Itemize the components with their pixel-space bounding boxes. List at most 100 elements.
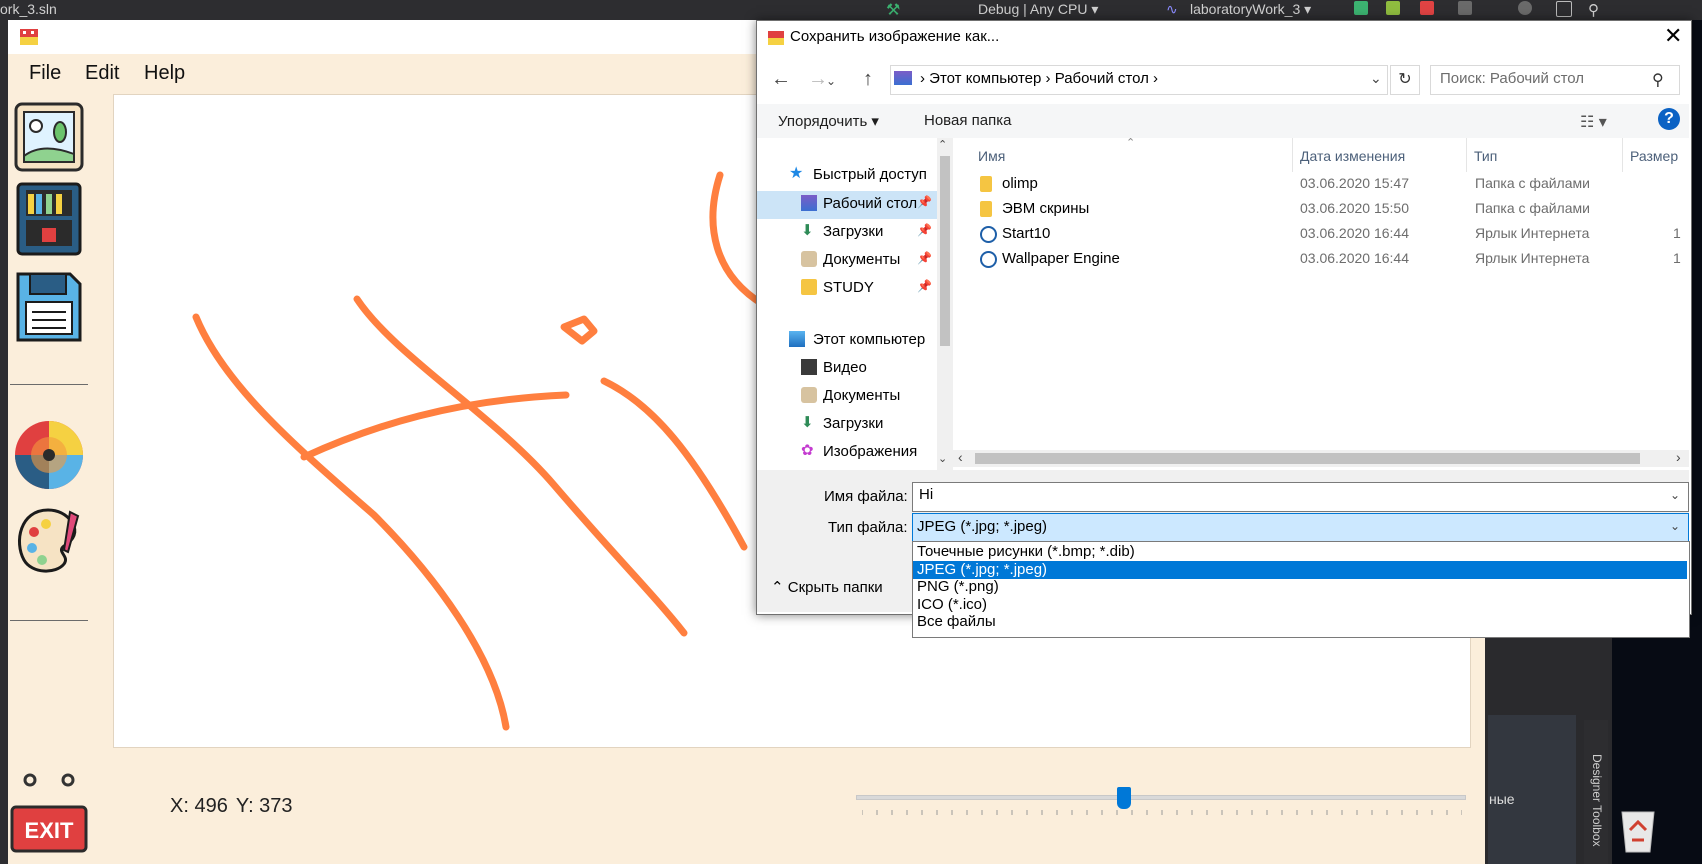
slider-thumb[interactable] xyxy=(1116,787,1131,809)
nav-item[interactable]: ⬇ Загрузки xyxy=(757,409,937,437)
file-type-option[interactable]: JPEG (*.jpg; *.jpeg) xyxy=(913,560,1687,579)
close-icon[interactable]: ✕ xyxy=(1664,25,1682,47)
stop-icon[interactable] xyxy=(1420,1,1434,15)
scroll-left-icon[interactable]: ‹ xyxy=(958,449,963,465)
search-placeholder: Поиск: Рабочий стол xyxy=(1440,70,1585,87)
hammer-icon[interactable]: ⚒ xyxy=(886,0,900,20)
file-type-option[interactable]: ICO (*.ico) xyxy=(913,596,1687,614)
column-name[interactable]: Имя xyxy=(978,148,1005,164)
timer-icon[interactable] xyxy=(1518,1,1532,15)
nav-item-label: Загрузки xyxy=(823,415,884,432)
documents-icon xyxy=(801,387,817,403)
file-size: 1 xyxy=(1673,250,1681,266)
nav-this-pc-label: Этот компьютер xyxy=(813,331,926,348)
config-dropdown[interactable]: Debug | Any CPU ▾ xyxy=(978,1,1098,18)
column-separator[interactable] xyxy=(1466,138,1467,172)
bug-icon[interactable] xyxy=(1386,1,1400,15)
nav-item[interactable]: Рабочий стол 📌 xyxy=(757,189,937,217)
nav-item-label: STUDY xyxy=(823,279,874,296)
organize-button[interactable]: Упорядочить ▾ xyxy=(778,112,879,130)
menu-help[interactable]: Help xyxy=(144,62,185,85)
bookshelf-icon[interactable] xyxy=(12,180,86,258)
file-type-option-label: ICO (*.ico) xyxy=(917,595,988,613)
file-row[interactable]: ЭВМ скрины 03.06.2020 15:50 Папка с файлам… xyxy=(978,197,1678,221)
refresh-icon[interactable] xyxy=(1354,1,1368,15)
palette-icon[interactable] xyxy=(12,502,86,580)
internet-shortcut-icon xyxy=(980,226,997,243)
address-dropdown-icon[interactable]: ⌄ xyxy=(1370,70,1382,87)
recycle-bin-icon[interactable] xyxy=(1610,800,1666,856)
nav-item[interactable]: Документы xyxy=(757,381,937,409)
nav-item[interactable]: ✿ Изображения xyxy=(757,437,937,465)
file-type: Ярлык Интернета xyxy=(1475,250,1590,266)
brush-size-slider[interactable] xyxy=(856,795,1466,800)
sort-ascending-icon: ⌃ xyxy=(1126,137,1136,149)
nav-item[interactable]: Документы 📌 xyxy=(757,245,937,273)
file-type-option[interactable]: Все файлы xyxy=(913,613,1687,631)
nav-this-pc[interactable]: Этот компьютер xyxy=(757,325,937,353)
refresh-button[interactable]: ↻ xyxy=(1390,65,1420,95)
column-size[interactable]: Размер xyxy=(1630,148,1678,164)
nav-quick-access[interactable]: ★ Быстрый доступ xyxy=(757,160,937,188)
breadcrumb-desktop[interactable]: Рабочий стол xyxy=(1055,70,1149,87)
nav-item-label: Документы xyxy=(823,251,901,268)
nav-item-label: Загрузки xyxy=(823,223,884,240)
up-arrow-icon[interactable]: ↑ xyxy=(863,68,873,91)
back-arrow-icon[interactable]: ← xyxy=(771,68,791,91)
monitor-icon xyxy=(789,331,805,347)
menu-edit[interactable]: Edit xyxy=(85,62,119,85)
help-icon[interactable]: ? xyxy=(1658,108,1680,130)
organize-label: Упорядочить xyxy=(778,113,868,130)
file-row[interactable]: Start10 03.06.2020 16:44 Ярлык Интернета 1 xyxy=(978,222,1681,246)
file-name-chevron-icon[interactable]: ⌄ xyxy=(1670,488,1680,502)
nav-item[interactable]: STUDY 📌 xyxy=(757,273,937,301)
hide-folders-button[interactable]: ⌃ Скрыть папки xyxy=(771,578,883,596)
file-name-value: Hi xyxy=(919,486,934,503)
project-icon: ∿ xyxy=(1166,1,1178,17)
file-type-option[interactable]: PNG (*.png) xyxy=(913,578,1687,596)
search-icon[interactable]: ⚲ xyxy=(1588,1,1599,19)
color-wheel-icon[interactable] xyxy=(12,416,86,494)
new-folder-button[interactable]: Новая папка xyxy=(924,112,1011,129)
forward-arrow-icon[interactable]: → xyxy=(808,68,828,91)
window-icon[interactable] xyxy=(1556,1,1572,17)
column-type[interactable]: Тип xyxy=(1474,148,1497,164)
folder-icon xyxy=(801,279,817,295)
column-separator[interactable] xyxy=(1622,138,1623,172)
scroll-right-icon[interactable]: › xyxy=(1676,449,1681,465)
column-date[interactable]: Дата изменения xyxy=(1300,148,1405,164)
floppy-disk-icon[interactable] xyxy=(12,268,86,346)
file-type-chevron-icon[interactable]: ⌄ xyxy=(1670,519,1680,533)
nav-item[interactable]: Видео xyxy=(757,353,937,381)
menu-file[interactable]: File xyxy=(29,62,61,85)
file-size: 1 xyxy=(1673,225,1681,241)
nav-scroll-up-icon[interactable]: ⌃ xyxy=(938,138,947,151)
horizontal-scroll-thumb[interactable] xyxy=(975,453,1640,464)
file-name-input[interactable] xyxy=(912,482,1689,512)
file-type-label: Тип файла: xyxy=(828,519,908,536)
view-options-icon[interactable]: ☷ ▾ xyxy=(1580,112,1607,132)
exit-label: EXIT xyxy=(25,818,74,843)
computer-icon xyxy=(894,71,912,85)
folder-icon xyxy=(980,201,992,217)
cursor-coordinates: X: 496 Y: 373 xyxy=(170,795,301,818)
file-row[interactable]: olimp 03.06.2020 15:47 Папка с файлами xyxy=(978,172,1678,196)
vs-property-panel: ные xyxy=(1488,715,1576,864)
nav-scroll-down-icon[interactable]: ⌄ xyxy=(938,452,947,465)
chevron-up-icon: ⌃ xyxy=(771,579,784,596)
column-separator[interactable] xyxy=(1292,138,1293,172)
file-row[interactable]: Wallpaper Engine 03.06.2020 16:44 Ярлык Ин… xyxy=(978,247,1681,271)
breadcrumb-this-pc[interactable]: Этот компьютер xyxy=(929,70,1041,87)
diagnostics-icon[interactable] xyxy=(1458,1,1472,15)
project-dropdown[interactable]: laboratoryWork_3 ▾ xyxy=(1190,1,1311,18)
coord-x: X: 496 xyxy=(170,795,228,817)
toolbar-divider-2 xyxy=(10,620,88,621)
file-type-option[interactable]: Точечные рисунки (*.bmp; *.dib) xyxy=(913,543,1687,561)
history-chevron-icon[interactable]: ⌄ xyxy=(826,74,836,88)
file-name: Wallpaper Engine xyxy=(1002,250,1120,267)
nav-item[interactable]: ⬇ Загрузки 📌 xyxy=(757,217,937,245)
exit-button[interactable]: EXIT xyxy=(10,805,88,853)
star-icon: ★ xyxy=(789,165,804,182)
nav-scroll-thumb[interactable] xyxy=(940,156,950,346)
picture-icon[interactable] xyxy=(12,98,86,176)
